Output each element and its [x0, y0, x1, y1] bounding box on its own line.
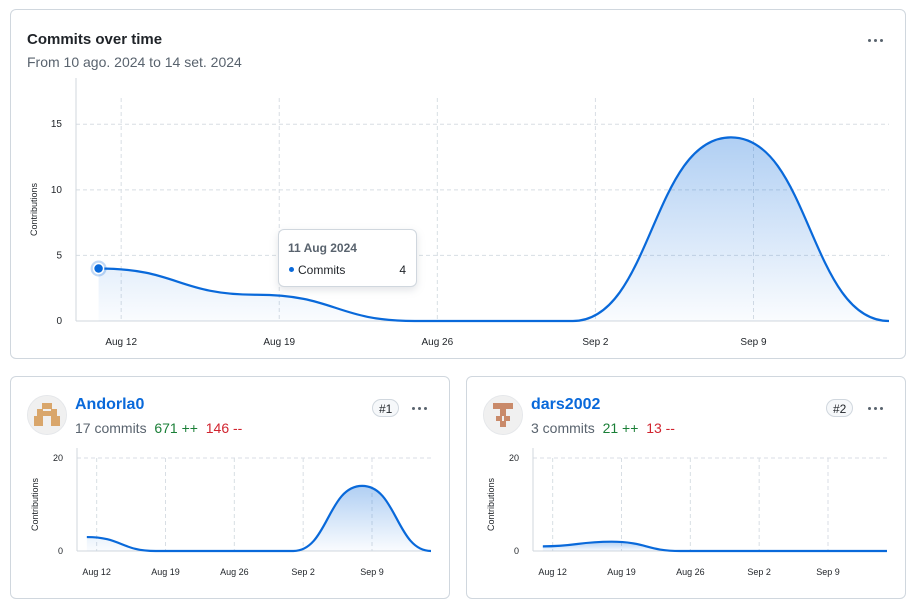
x-tick-label: Sep 9 — [740, 337, 767, 348]
y-axis-label: Contributions — [30, 477, 40, 531]
x-tick-label: Aug 26 — [220, 567, 249, 577]
y-tick-label: 5 — [56, 250, 62, 261]
deletions-count: 146 -- — [205, 420, 243, 436]
x-tick-label: Aug 19 — [263, 337, 295, 348]
chart-tooltip: 11 Aug 2024 Commits 4 — [278, 229, 417, 287]
x-tick-label: Aug 12 — [105, 337, 137, 348]
kebab-horizontal-icon[interactable] — [407, 399, 431, 417]
contributor-name-link[interactable]: Andorla0 — [75, 396, 144, 414]
deletions-count: 13 -- — [646, 420, 675, 436]
x-tick-label: Sep 2 — [291, 567, 315, 577]
identicon-avatar-icon — [28, 396, 66, 434]
x-tick-label: Aug 26 — [676, 567, 705, 577]
x-tick-label: Aug 12 — [82, 567, 111, 577]
data-point — [816, 549, 820, 553]
commit-count: 3 commits — [531, 420, 595, 436]
commit-count: 17 commits — [75, 420, 147, 436]
tooltip-date: 11 Aug 2024 — [288, 241, 357, 255]
data-point — [223, 549, 227, 553]
commits-over-time-card: Commits over time From 10 ago. 2024 to 1… — [10, 9, 906, 359]
additions-count: 671 ++ — [154, 420, 198, 436]
chart-title: Commits over time — [27, 31, 163, 48]
x-tick-label: Sep 2 — [582, 337, 609, 348]
x-tick-label: Sep 9 — [816, 567, 840, 577]
identicon-avatar-icon[interactable] — [27, 395, 67, 435]
data-point — [429, 549, 433, 553]
identicon-avatar-icon[interactable] — [483, 395, 523, 435]
commits-chart: 0 5 10 15 Aug 12 Aug 19 Aug 26 Sep 2 Sep 9 Contri… — [29, 78, 891, 348]
x-tick-label: Aug 26 — [421, 337, 453, 348]
y-tick-label: 10 — [51, 185, 63, 196]
y-tick-label: 15 — [51, 119, 63, 130]
contributor-chart: 0 20 Aug 12 Aug 19 Aug 26 Sep 2 Sep 9 Contribut… — [30, 448, 433, 577]
identicon-avatar-icon — [484, 396, 522, 434]
x-tick-label: Sep 9 — [360, 567, 384, 577]
y-tick-label: 20 — [509, 453, 519, 463]
x-tick-label: Sep 2 — [747, 567, 771, 577]
y-tick-label: 20 — [53, 453, 63, 463]
contributor-card: Andorla0 17 commits 671 ++ 146 -- #1 0 20… — [10, 376, 450, 599]
data-point-active — [92, 262, 105, 275]
data-point — [541, 544, 545, 548]
additions-count: 21 ++ — [602, 420, 639, 436]
kebab-horizontal-icon[interactable] — [863, 31, 887, 49]
y-axis-label: Contributions — [486, 477, 496, 531]
contributor-chart: 0 20 Aug 12 Aug 19 Aug 26 Sep 2 Sep 9 Contribut… — [486, 448, 889, 577]
data-point — [679, 549, 683, 553]
data-point — [291, 549, 295, 553]
data-point — [255, 293, 259, 297]
rank-badge: #1 — [372, 399, 400, 417]
data-point — [413, 319, 417, 323]
series-area — [86, 485, 431, 551]
series-dot-icon — [289, 267, 294, 272]
tooltip-value: 4 — [399, 263, 406, 277]
tooltip-series-label: Commits — [298, 263, 346, 277]
data-point — [610, 540, 614, 544]
contributor-stats: 3 commits 21 ++ 13 -- — [531, 420, 675, 436]
contributor-stats: 17 commits 671 ++ 146 -- — [75, 420, 242, 436]
x-tick-label: Aug 19 — [607, 567, 636, 577]
contributor-name-link[interactable]: dars2002 — [531, 396, 600, 414]
data-point — [887, 319, 891, 323]
y-tick-label: 0 — [56, 316, 62, 327]
contributor-card: dars2002 3 commits 21 ++ 13 -- #2 0 20 Aug… — [466, 376, 906, 599]
x-tick-label: Aug 19 — [151, 567, 180, 577]
data-point — [885, 549, 889, 553]
data-point — [747, 549, 751, 553]
data-point — [85, 535, 89, 539]
y-axis-label: Contributions — [29, 182, 39, 236]
data-point — [729, 135, 733, 139]
data-point — [571, 319, 575, 323]
data-point — [360, 484, 364, 488]
series-area — [98, 137, 890, 321]
x-tick-label: Aug 12 — [538, 567, 567, 577]
y-tick-label: 0 — [514, 546, 519, 556]
kebab-horizontal-icon[interactable] — [863, 399, 887, 417]
y-tick-label: 0 — [58, 546, 63, 556]
data-point — [154, 549, 158, 553]
rank-badge: #2 — [826, 399, 854, 417]
